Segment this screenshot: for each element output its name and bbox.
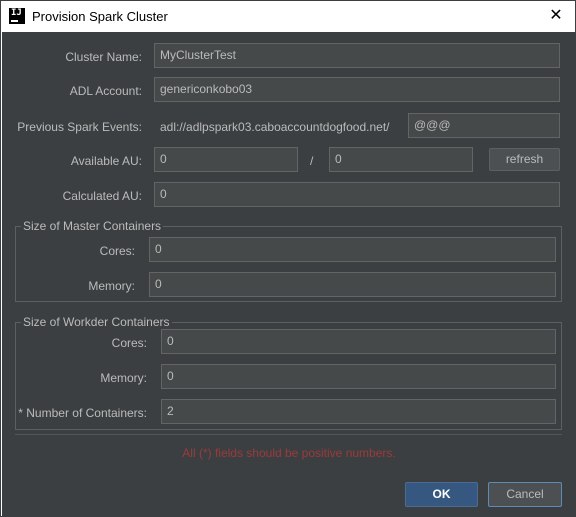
worker-cores-label: Cores: <box>111 336 147 350</box>
available-au-separator: / <box>310 154 314 168</box>
previous-events-path: adl://adlpspark03.caboaccountdogfood.net… <box>160 120 390 134</box>
refresh-button[interactable]: refresh <box>489 148 560 171</box>
master-cores-input[interactable]: 0 <box>149 237 556 262</box>
adl-account-input[interactable]: genericonkobo03 <box>154 77 560 102</box>
intellij-icon: IJ <box>9 8 25 24</box>
cluster-name-input[interactable]: MyClusterTest <box>154 43 560 68</box>
previous-events-input[interactable]: @@@ <box>408 113 560 138</box>
container-count-label: * Number of Containers: <box>18 406 147 420</box>
close-icon[interactable]: ✕ <box>545 5 567 27</box>
worker-cores-input[interactable]: 0 <box>161 329 556 354</box>
master-cores-label: Cores: <box>99 244 135 258</box>
ok-button[interactable]: OK <box>405 482 478 507</box>
adl-account-label: ADL Account: <box>69 84 142 98</box>
title-bar: IJ Provision Spark Cluster ✕ <box>1 1 575 32</box>
container-count-input[interactable]: 2 <box>161 399 556 424</box>
worker-memory-input[interactable]: 0 <box>161 364 556 389</box>
dialog-window: IJ Provision Spark Cluster ✕ Cluster Nam… <box>0 0 576 517</box>
worker-memory-label: Memory: <box>100 371 147 385</box>
validation-error: All (*) fields should be positive number… <box>182 446 396 460</box>
previous-events-label: Previous Spark Events: <box>17 120 142 134</box>
calculated-au-label: Calculated AU: <box>62 189 142 203</box>
calculated-au-input[interactable]: 0 <box>154 182 560 207</box>
cluster-name-label: Cluster Name: <box>65 50 142 64</box>
master-memory-input[interactable]: 0 <box>149 272 556 297</box>
divider <box>15 434 562 435</box>
available-au-total-input[interactable]: 0 <box>329 147 473 172</box>
cancel-button[interactable]: Cancel <box>488 482 562 507</box>
master-containers-group: Size of Master Containers Cores: 0 Memor… <box>15 219 562 302</box>
dialog-content: Cluster Name: MyClusterTest ADL Account:… <box>2 32 576 517</box>
master-containers-title: Size of Master Containers <box>21 219 164 233</box>
worker-containers-title: Size of Workder Containers <box>21 315 172 329</box>
worker-containers-group: Size of Workder Containers Cores: 0 Memo… <box>15 315 562 430</box>
available-au-label: Available AU: <box>70 154 142 168</box>
master-memory-label: Memory: <box>88 279 135 293</box>
available-au-used-input[interactable]: 0 <box>154 147 298 172</box>
dialog-title: Provision Spark Cluster <box>32 9 168 24</box>
